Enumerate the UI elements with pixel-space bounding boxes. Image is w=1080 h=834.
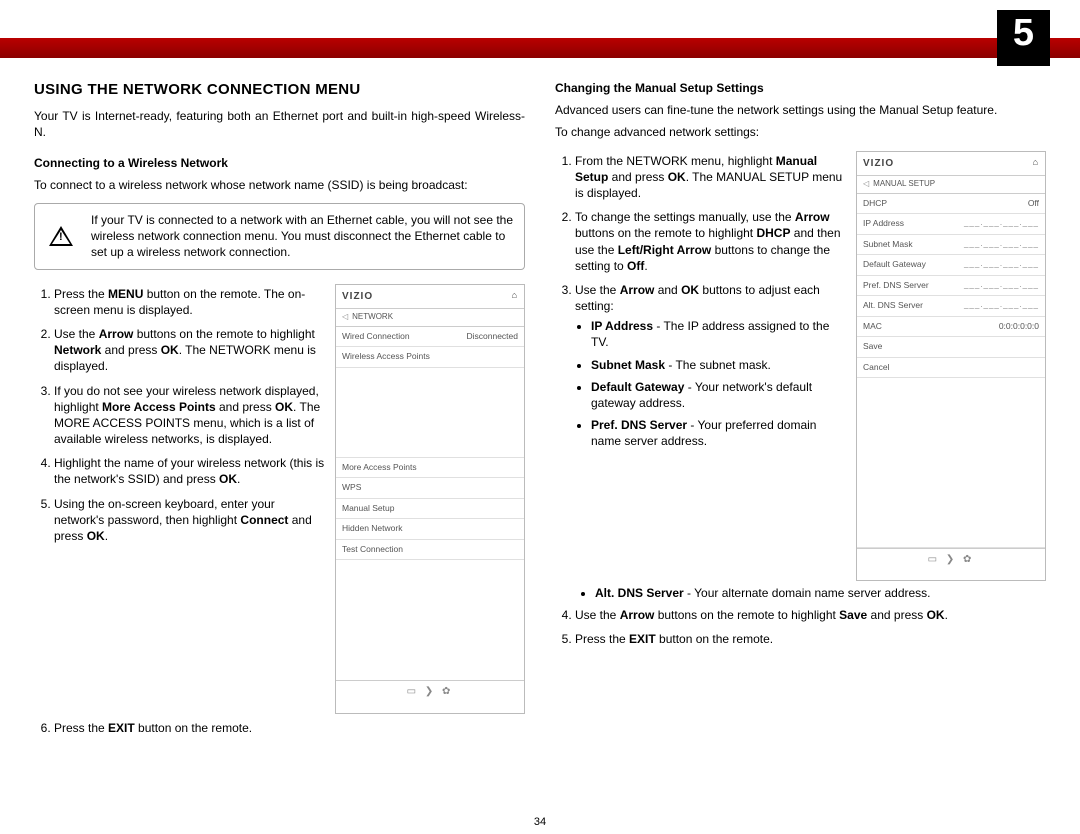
- manual-steps-cont: Use the Arrow buttons on the remote to h…: [555, 607, 1046, 647]
- chapter-number: 5: [997, 10, 1050, 66]
- list-item: Subnet Mask - The subnet mask.: [591, 357, 846, 373]
- menu-brand: VIZIO⌂: [857, 152, 1045, 177]
- menu-row: Wired ConnectionDisconnected: [336, 327, 524, 347]
- header-red-band: [0, 38, 1080, 58]
- list-item: Pref. DNS Server - Your preferred domain…: [591, 417, 846, 449]
- warning-box: ! If your TV is connected to a network w…: [34, 203, 525, 270]
- menu-row: Pref. DNS Server___.___.___.___: [857, 276, 1045, 296]
- back-icon: ◁: [863, 179, 869, 188]
- manual-steps: From the NETWORK menu, highlight Manual …: [555, 153, 846, 450]
- menu-row: Default Gateway___.___.___.___: [857, 255, 1045, 275]
- menu-row: MAC0:0:0:0:0:0: [857, 317, 1045, 337]
- menu-row: Test Connection: [336, 540, 524, 560]
- wireless-intro: To connect to a wireless network whose n…: [34, 177, 525, 193]
- menu-footer-icons: ▭ ❯ ✿: [857, 548, 1045, 572]
- network-menu-screenshot: VIZIO⌂ ◁NETWORK Wired ConnectionDisconne…: [335, 284, 525, 714]
- list-item: To change the settings manually, use the…: [575, 209, 846, 274]
- manual-lead: To change advanced network settings:: [555, 124, 1046, 140]
- list-item: Use the Arrow buttons on the remote to h…: [575, 607, 1046, 623]
- list-item: IP Address - The IP address assigned to …: [591, 318, 846, 350]
- home-icon: ⌂: [512, 289, 518, 301]
- list-item: Using the on-screen keyboard, enter your…: [54, 496, 325, 545]
- menu-row: Save: [857, 337, 1045, 357]
- list-item: Alt. DNS Server - Your alternate domain …: [595, 585, 1046, 601]
- menu-row: Manual Setup: [336, 499, 524, 519]
- menu-breadcrumb: ◁NETWORK: [336, 309, 524, 327]
- list-item: Default Gateway - Your network's default…: [591, 379, 846, 411]
- menu-breadcrumb: ◁MANUAL SETUP: [857, 176, 1045, 194]
- intro-text: Your TV is Internet-ready, featuring bot…: [34, 108, 525, 140]
- list-item: Press the EXIT button on the remote.: [54, 720, 525, 736]
- menu-row: DHCPOff: [857, 194, 1045, 214]
- menu-row: IP Address___.___.___.___: [857, 214, 1045, 234]
- wireless-steps: Press the MENU button on the remote. The…: [34, 286, 325, 545]
- right-column: Changing the Manual Setup Settings Advan…: [555, 80, 1046, 804]
- menu-row: Cancel: [857, 358, 1045, 378]
- menu-gap: [336, 368, 524, 458]
- menu-row: More Access Points: [336, 458, 524, 478]
- settings-bullets-cont: Alt. DNS Server - Your alternate domain …: [555, 585, 1046, 601]
- menu-gap: [857, 378, 1045, 548]
- settings-bullets: IP Address - The IP address assigned to …: [575, 318, 846, 449]
- list-item: If you do not see your wireless network …: [54, 383, 325, 448]
- warning-bang-icon: !: [59, 230, 63, 245]
- page-footer-number: 34: [0, 816, 1080, 828]
- menu-row: Alt. DNS Server___.___.___.___: [857, 296, 1045, 316]
- section-heading: USING THE NETWORK CONNECTION MENU: [34, 80, 525, 100]
- list-item: Use the Arrow buttons on the remote to h…: [54, 326, 325, 375]
- menu-row: Hidden Network: [336, 519, 524, 539]
- list-item: From the NETWORK menu, highlight Manual …: [575, 153, 846, 202]
- list-item: Highlight the name of your wireless netw…: [54, 455, 325, 487]
- menu-brand: VIZIO⌂: [336, 285, 524, 310]
- home-icon: ⌂: [1033, 156, 1039, 168]
- menu-row: Wireless Access Points: [336, 347, 524, 367]
- list-item: Use the Arrow and OK buttons to adjust e…: [575, 282, 846, 450]
- back-icon: ◁: [342, 312, 348, 321]
- manual-intro: Advanced users can fine-tune the network…: [555, 102, 1046, 118]
- manual-setup-menu-screenshot: VIZIO⌂ ◁MANUAL SETUP DHCPOff IP Address_…: [856, 151, 1046, 581]
- menu-row: Subnet Mask___.___.___.___: [857, 235, 1045, 255]
- list-item: Press the EXIT button on the remote.: [575, 631, 1046, 647]
- menu-footer-icons: ▭ ❯ ✿: [336, 680, 524, 704]
- list-item: Press the MENU button on the remote. The…: [54, 286, 325, 318]
- menu-row: WPS: [336, 478, 524, 498]
- left-column: USING THE NETWORK CONNECTION MENU Your T…: [34, 80, 525, 804]
- subheading-wireless: Connecting to a Wireless Network: [34, 155, 525, 171]
- page-content: USING THE NETWORK CONNECTION MENU Your T…: [34, 80, 1046, 804]
- warning-text: If your TV is connected to a network wit…: [91, 213, 513, 259]
- subheading-manual: Changing the Manual Setup Settings: [555, 80, 1046, 96]
- wireless-steps-cont: Press the EXIT button on the remote.: [34, 720, 525, 736]
